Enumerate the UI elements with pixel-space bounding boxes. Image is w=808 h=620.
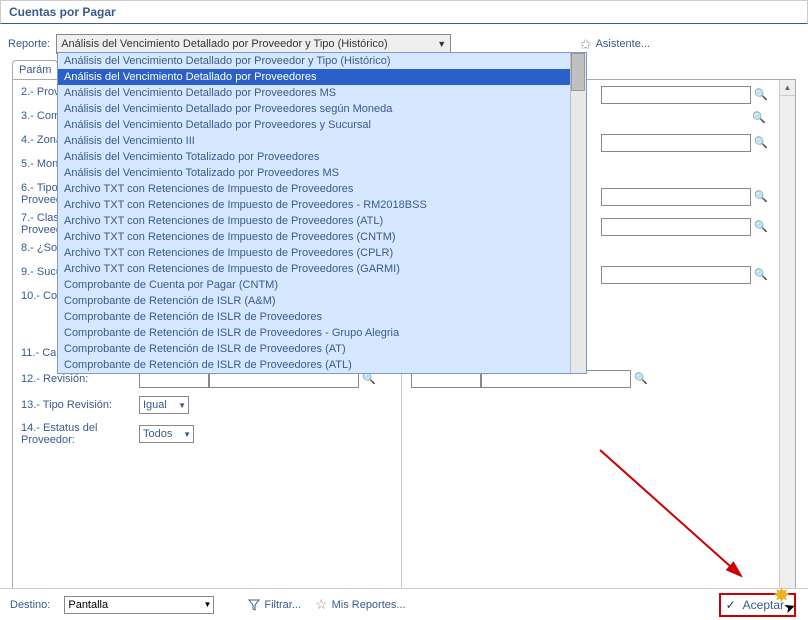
funnel-icon [248,599,260,611]
wizard-icon: ✩ [580,36,592,53]
dropdown-scrollbar[interactable] [570,53,586,373]
report-option[interactable]: Comprobante de Retención de ISLR de Prov… [58,341,570,357]
report-option[interactable]: Comprobante de Retención de ISLR de Prov… [58,357,570,373]
search-icon[interactable]: 🔍 [753,189,769,205]
report-option[interactable]: Archivo TXT con Retenciones de Impuesto … [58,261,570,277]
report-dropdown-list: Análisis del Vencimiento Detallado por P… [58,53,570,373]
report-label: Reporte: [8,38,50,50]
tab-parametros[interactable]: Parám [12,60,58,79]
report-option[interactable]: Análisis del Vencimiento Detallado por P… [58,85,570,101]
filtrar-link[interactable]: Filtrar... [248,599,301,611]
report-select[interactable]: Análisis del Vencimiento Detallado por P… [56,34,451,54]
report-option[interactable]: Comprobante de Cuenta por Pagar (CNTM) [58,277,570,293]
search-icon[interactable]: 🔍 [753,219,769,235]
input-6b[interactable] [601,188,751,206]
asistente-label: Asistente... [596,38,650,50]
dropdown-scroll-thumb[interactable] [571,53,585,91]
search-icon[interactable]: 🔍 [753,87,769,103]
check-icon: ✓ [726,598,736,612]
report-option[interactable]: Análisis del Vencimiento Detallado por P… [58,117,570,133]
input-2b[interactable] [601,86,751,104]
select-tipo-rev-value: Igual [143,399,167,411]
scrollbar[interactable]: ▲ ▼ [779,80,795,609]
misreportes-link[interactable]: ☆ Mis Reportes... [315,596,406,613]
report-option[interactable]: Análisis del Vencimiento Detallado por P… [58,53,570,69]
scroll-up-icon[interactable]: ▲ [780,80,795,96]
search-icon[interactable]: 🔍 [751,110,767,126]
report-option[interactable]: Comprobante de Retención de ISLR (A&M) [58,293,570,309]
report-option[interactable]: Archivo TXT con Retenciones de Impuesto … [58,181,570,197]
select-estatus[interactable]: Todos [139,425,194,443]
bottom-bar: Destino: Pantalla Filtrar... ☆ Mis Repor… [0,588,808,620]
search-icon[interactable]: 🔍 [753,135,769,151]
label-13: 13.- Tipo Revisión: [21,399,139,411]
report-option[interactable]: Comprobante de Retención de ISLR de Prov… [58,325,570,341]
report-option[interactable]: Archivo TXT con Retenciones de Impuesto … [58,197,570,213]
destino-label: Destino: [10,599,50,611]
report-option[interactable]: Análisis del Vencimiento Totalizado por … [58,165,570,181]
report-select-value: Análisis del Vencimiento Detallado por P… [61,38,388,50]
report-option[interactable]: Comprobante de Retención de ISLR de Prov… [58,309,570,325]
tab-label: Parám [19,64,51,76]
aceptar-button[interactable]: ✓ Aceptar [719,593,796,617]
misreportes-label: Mis Reportes... [332,599,406,611]
destino-value: Pantalla [68,599,108,611]
window-title: Cuentas por Pagar [0,0,808,24]
label-14: 14.- Estatus del Proveedor: [21,422,139,446]
window-title-text: Cuentas por Pagar [9,5,116,19]
label-12: 12.- Revisión: [21,373,139,385]
report-option[interactable]: Análisis del Vencimiento Totalizado por … [58,149,570,165]
report-option[interactable]: Análisis del Vencimiento Detallado por P… [58,101,570,117]
report-option[interactable]: Análisis del Vencimiento III [58,133,570,149]
input-4b[interactable] [601,134,751,152]
select-estatus-value: Todos [143,428,172,440]
filtrar-label: Filtrar... [264,599,301,611]
select-tipo-rev[interactable]: Igual [139,396,189,414]
destino-select[interactable]: Pantalla [64,596,214,614]
aceptar-label: Aceptar [743,598,784,612]
report-option[interactable]: Archivo TXT con Retenciones de Impuesto … [58,245,570,261]
star-icon: ☆ [315,596,328,613]
input-9b[interactable] [601,266,751,284]
report-option[interactable]: Archivo TXT con Retenciones de Impuesto … [58,229,570,245]
input-7b[interactable] [601,218,751,236]
report-dropdown[interactable]: Análisis del Vencimiento Detallado por P… [57,52,587,374]
search-icon[interactable]: 🔍 [753,267,769,283]
search-icon[interactable]: 🔍 [633,371,649,387]
asistente-link[interactable]: ✩ Asistente... [580,36,650,53]
report-option[interactable]: Archivo TXT con Retenciones de Impuesto … [58,213,570,229]
report-option[interactable]: Análisis del Vencimiento Detallado por P… [58,69,570,85]
